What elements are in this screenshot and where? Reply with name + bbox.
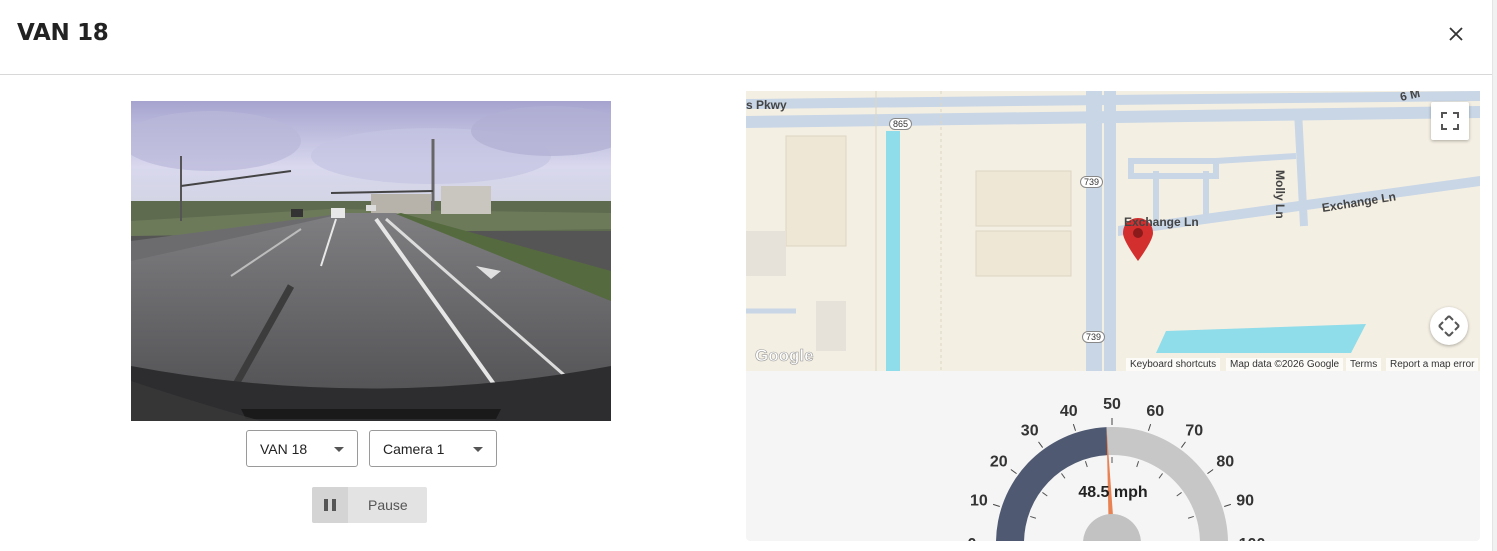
fullscreen-icon [1441,112,1459,130]
camera-feed [131,101,611,421]
gauge-tick-label: 20 [990,454,1008,471]
gauge-tick [1224,503,1232,508]
terms-link[interactable]: Terms [1346,358,1382,372]
chevron-down-icon [473,447,483,452]
gauge-tick-label: 100 [1239,536,1266,541]
map-canvas [746,91,1480,371]
gauge-tick [1180,441,1186,448]
gauge-tick [1072,423,1077,431]
road-label-pkwy: s Pkwy [746,98,787,112]
gauge-inner-tick [1176,492,1182,497]
vehicle-select-value: VAN 18 [260,441,308,457]
camera-select[interactable]: Camera 1 [369,430,497,467]
chevron-down-icon [334,447,344,452]
route-shield-739-south: 739 [1082,331,1106,343]
route-shield-739: 739 [1080,176,1104,188]
gauge-inner-tick [1030,515,1037,519]
gauge-tick-label: 30 [1021,423,1039,440]
gauge-tick-label: 90 [1236,493,1254,510]
close-icon[interactable] [1444,22,1468,46]
route-shield-865: 865 [889,118,913,130]
gauge-inner-tick [1158,473,1163,479]
dialog-header: VAN 18 [0,0,1497,75]
gauge-tick [1207,469,1214,475]
road-label-exchange-1: Exchange Ln [1124,215,1199,229]
camera-select-value: Camera 1 [383,441,445,457]
speed-readout: 48.5 mph [1078,484,1148,501]
vehicle-select[interactable]: VAN 18 [246,430,358,467]
gauge-tick-label: 50 [1103,396,1121,413]
gauge-inner-tick [1061,473,1066,479]
speedometer-gauge: 0 10 20 30 40 50 60 70 80 90 100 [968,396,1266,541]
pause-button-label: Pause [368,497,408,513]
map-data-attribution: Map data ©2026 Google [1226,358,1344,372]
gauge-tick-label: 80 [1216,454,1234,471]
pause-button[interactable]: Pause [312,487,427,523]
fullscreen-button[interactable] [1431,102,1469,140]
gauge-inner-tick [1084,461,1088,468]
move-arrows-icon [1438,315,1460,337]
gauge-tick-label: 0 [968,536,977,541]
gauge-inner-tick [1042,492,1048,497]
gauge-hub [1083,514,1141,541]
map-camera-control[interactable] [1430,307,1468,345]
dialog-title: VAN 18 [17,20,109,46]
gauge-tick [1010,469,1017,475]
gauge-tick [1147,423,1152,431]
speedometer-panel: 0 10 20 30 40 50 60 70 80 90 100 48.5 mph [746,371,1480,541]
scrollbar[interactable] [1492,0,1497,551]
keyboard-shortcuts-link[interactable]: Keyboard shortcuts [1126,358,1221,372]
road-label-molly: Molly Ln [1273,170,1287,219]
gauge-inner-tick [1187,515,1194,519]
location-map[interactable]: s Pkwy Exchange Ln Exchange Ln Molly Ln … [746,91,1480,371]
report-map-error-link[interactable]: Report a map error [1386,358,1479,372]
gauge-tick [1038,441,1044,448]
gauge-inner-tick [1136,461,1140,468]
google-logo: Google [755,346,814,366]
pause-icon [312,487,348,523]
gauge-tick [992,503,1000,508]
gauge-tick-label: 60 [1146,403,1164,420]
gauge-tick-label: 40 [1060,403,1078,420]
gauge-tick-label: 70 [1185,423,1203,440]
gauge-tick-label: 10 [970,493,988,510]
